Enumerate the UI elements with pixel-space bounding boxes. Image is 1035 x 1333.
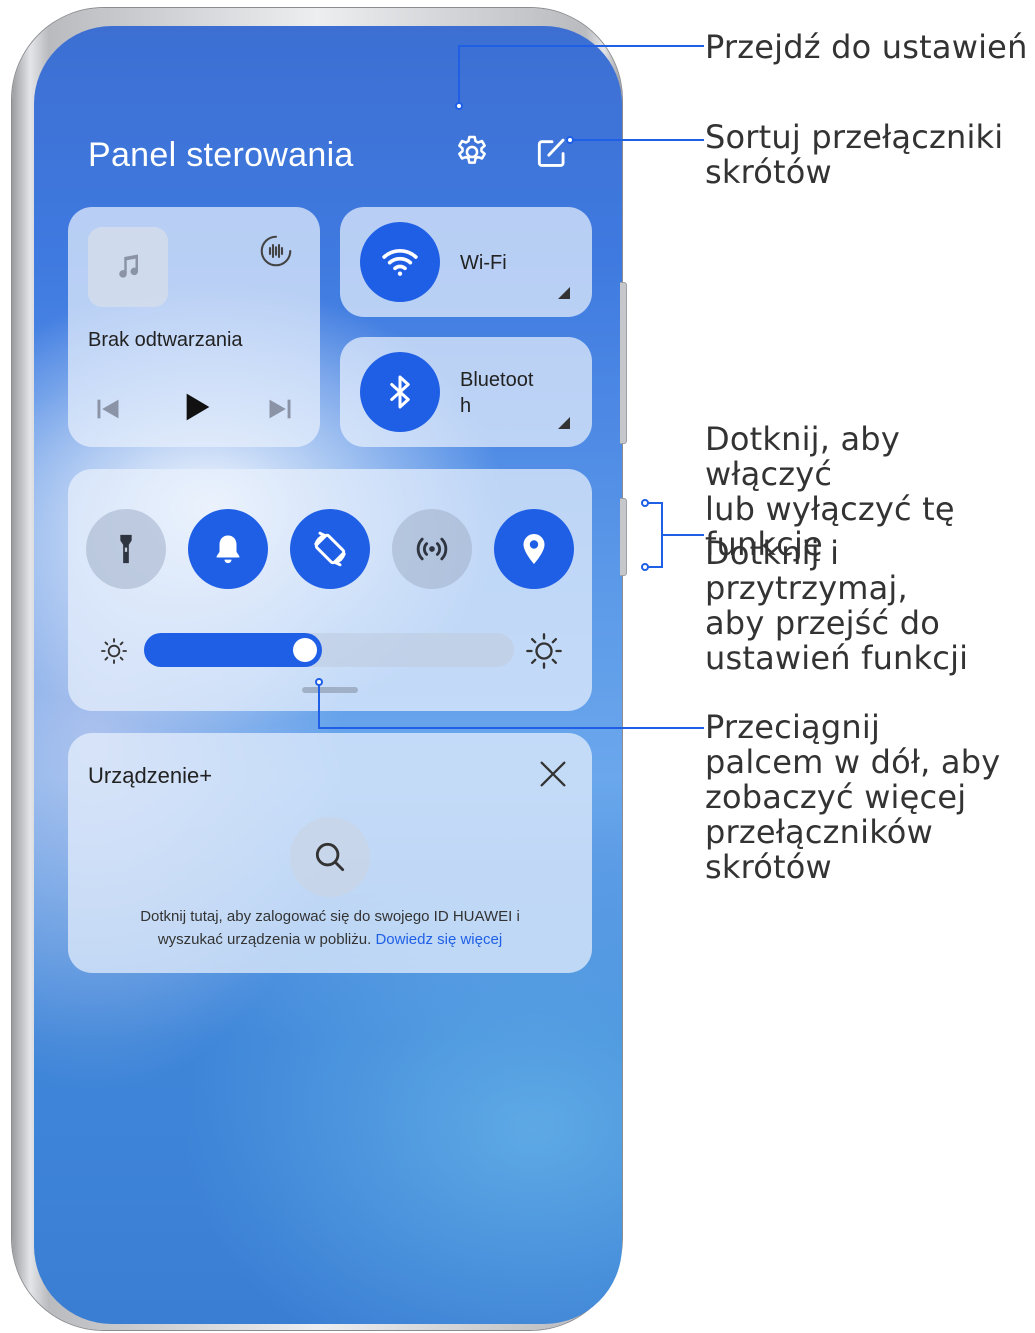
callout-hold-line3: ustawień funkcji [705, 639, 969, 677]
callout-line-toggle [663, 534, 704, 536]
callout-settings: Przejdź do ustawień [705, 28, 1028, 66]
bluetooth-label-line2: h [460, 395, 472, 417]
callout-hold-line2: aby przejść do [705, 604, 941, 642]
power-button [620, 498, 627, 576]
wifi-icon [382, 249, 418, 276]
settings-button[interactable] [450, 130, 494, 174]
music-note-icon [119, 254, 139, 278]
bluetooth-tile[interactable]: Bluetoot h [340, 337, 592, 447]
control-panel-screen: Panel sterowania Brak odtwarzania Wi-Fi … [34, 26, 622, 1324]
close-icon [540, 761, 566, 787]
callout-toggle-line1: Dotknij, aby włączyć [705, 420, 900, 493]
callout-dot-settings [455, 102, 463, 110]
device-card-title: Urządzenie+ [88, 763, 213, 788]
wifi-label: Wi-Fi [460, 252, 507, 274]
brightness-high-icon [526, 633, 562, 669]
next-button[interactable] [262, 391, 298, 427]
expand-corner-icon [558, 417, 570, 429]
device-info-line2: wyszukać urządzenia w pobliżu. Dowiedz s… [88, 928, 572, 951]
callout-line-settings-h [458, 45, 704, 47]
playback-status: Brak odtwarzania [88, 329, 243, 351]
bluetooth-label-line1: Bluetoot [460, 369, 534, 391]
callout-hold: Dotknij i przytrzymaj, aby przejść do us… [705, 536, 1035, 676]
callout-sort-line2: skrótów [705, 153, 832, 191]
location-icon [523, 534, 545, 564]
play-icon [186, 393, 210, 421]
next-icon [269, 399, 291, 419]
search-icon [315, 842, 345, 872]
callout-sort-line1: Sortuj przełączniki [705, 118, 1004, 156]
callout-drag-line4: przełączników [705, 813, 933, 851]
callout-line-settings [458, 45, 460, 105]
bluetooth-label: Bluetoot h [460, 367, 533, 419]
callout-drag: Przeciągnij palcem w dół, aby zobaczyć w… [705, 710, 1000, 885]
callout-drag-line2: palcem w dół, aby [705, 743, 1001, 781]
callout-drag-line3: zobaczyć więcej [705, 778, 967, 816]
auto-rotate-icon [314, 531, 346, 567]
expand-handle[interactable] [302, 687, 358, 693]
audio-output-button[interactable] [256, 231, 296, 271]
device-info-text: wyszukać urządzenia w pobliżu. [157, 931, 372, 948]
device-card-info: Dotknij tutaj, aby zalogować się do swoj… [88, 905, 572, 951]
callout-drag-line1: Przeciągnij [705, 708, 881, 746]
expand-corner-icon [558, 287, 570, 299]
callout-dot-toggle-bottom [641, 563, 649, 571]
callout-sort: Sortuj przełączniki skrótów [705, 120, 1003, 190]
callout-line-sort [572, 139, 704, 141]
phone-frame: Panel sterowania Brak odtwarzania Wi-Fi … [12, 8, 622, 1330]
device-plus-card[interactable]: Urządzenie+ Dotknij tutaj, aby zalogować… [68, 733, 592, 973]
learn-more-link[interactable]: Dowiedz się więcej [375, 931, 502, 948]
device-search-button[interactable] [290, 817, 370, 897]
brightness-slider[interactable] [144, 633, 514, 667]
bluetooth-icon [390, 375, 410, 409]
brightness-low-icon [101, 638, 127, 664]
bluetooth-toggle[interactable] [360, 352, 440, 432]
wifi-tile[interactable]: Wi-Fi [340, 207, 592, 317]
hotspot-icon [416, 537, 448, 561]
close-button[interactable] [536, 757, 570, 791]
album-art [88, 227, 168, 307]
play-button[interactable] [176, 387, 216, 427]
bell-icon [216, 535, 240, 564]
gear-icon [458, 135, 486, 164]
callout-drag-line5: skrótów [705, 848, 832, 886]
volume-button [620, 282, 627, 444]
location-toggle[interactable] [494, 509, 574, 589]
shortcut-switches-card [68, 469, 592, 711]
sound-toggle[interactable] [188, 509, 268, 589]
callout-dot-sort [566, 136, 574, 144]
flashlight-toggle[interactable] [86, 509, 166, 589]
callout-hold-line1: Dotknij i przytrzymaj, [705, 534, 908, 607]
callout-line-drag-h [318, 727, 704, 729]
previous-button[interactable] [90, 391, 126, 427]
media-card[interactable]: Brak odtwarzania [68, 207, 320, 447]
auto-rotate-toggle[interactable] [290, 509, 370, 589]
flashlight-icon [120, 534, 132, 564]
page-title: Panel sterowania [88, 136, 354, 174]
device-info-line1: Dotknij tutaj, aby zalogować się do swoj… [140, 908, 520, 925]
hotspot-toggle[interactable] [392, 509, 472, 589]
callout-dot-toggle-top [641, 499, 649, 507]
callout-toggle-line2: lub wyłączyć tę [705, 490, 955, 528]
callout-dot-drag [315, 678, 323, 686]
wifi-toggle[interactable] [360, 222, 440, 302]
callout-line-drag [318, 684, 320, 728]
previous-icon [97, 399, 119, 419]
audio-output-icon [260, 235, 292, 267]
